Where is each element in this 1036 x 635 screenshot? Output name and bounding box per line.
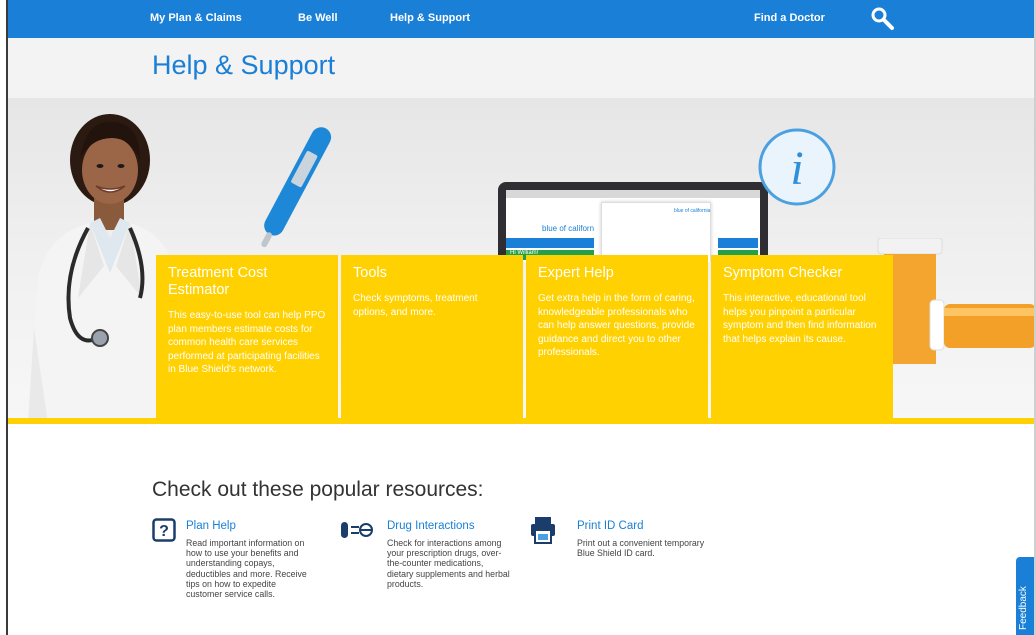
search-icon[interactable] xyxy=(870,6,896,32)
print-id-card-description: Print out a convenient temporary Blue Sh… xyxy=(577,538,705,559)
laptop-logo-2: blue of california xyxy=(674,208,711,214)
nav-find-a-doctor[interactable]: Find a Doctor xyxy=(754,12,825,24)
card-expert-help[interactable]: Expert Help Get extra help in the form o… xyxy=(526,255,708,419)
pills-icon[interactable] xyxy=(340,520,374,545)
page-title-bar: Help & Support xyxy=(8,38,1034,98)
pill-bottles-image xyxy=(877,238,1034,364)
plan-help-link[interactable]: Plan Help xyxy=(186,520,236,532)
card-symptom-checker[interactable]: Symptom Checker This interactive, educat… xyxy=(711,255,893,419)
thermometer-image xyxy=(261,127,332,248)
plan-help-description: Read important information on how to use… xyxy=(186,538,307,600)
card-title: Tools xyxy=(353,265,387,281)
card-title: Symptom Checker xyxy=(723,265,843,281)
nav-help-support[interactable]: Help & Support xyxy=(390,12,470,24)
card-text: Get extra help in the form of caring, kn… xyxy=(538,293,695,358)
svg-text:?: ? xyxy=(159,523,169,540)
card-text: This easy-to-use tool can help PPO plan … xyxy=(168,310,326,375)
nav-be-well[interactable]: Be Well xyxy=(298,12,338,24)
question-icon[interactable]: ? xyxy=(152,518,176,547)
drug-interactions-description: Check for interactions among your prescr… xyxy=(387,538,510,589)
card-tools[interactable]: Tools Check symptoms, treatment options,… xyxy=(341,255,523,419)
printer-icon[interactable] xyxy=(530,516,556,549)
nav-my-plan-claims[interactable]: My Plan & Claims xyxy=(150,12,242,24)
drug-interactions-link[interactable]: Drug Interactions xyxy=(387,520,475,532)
feedback-label[interactable]: Feedback xyxy=(1018,586,1029,630)
page-title: Help & Support xyxy=(152,50,336,80)
print-id-card-link[interactable]: Print ID Card xyxy=(577,520,643,532)
card-text: Check symptoms, treatment options, and m… xyxy=(353,293,478,318)
svg-text:i: i xyxy=(790,142,803,195)
info-icon: i xyxy=(758,128,836,206)
card-text: This interactive, educational tool helps… xyxy=(723,293,877,345)
laptop-logo: blue of californ xyxy=(542,224,595,233)
laptop-image: blue of californ Hi William! blue of cal… xyxy=(498,182,768,262)
card-title: Expert Help xyxy=(538,265,614,281)
resources-heading: Check out these popular resources: xyxy=(152,478,484,501)
card-treatment-cost-estimator[interactable]: Treatment Cost Estimator This easy-to-us… xyxy=(156,255,338,419)
card-title: Treatment Cost Estimator xyxy=(168,265,268,298)
top-navigation: My Plan & Claims Be Well Help & Support … xyxy=(8,0,1034,38)
